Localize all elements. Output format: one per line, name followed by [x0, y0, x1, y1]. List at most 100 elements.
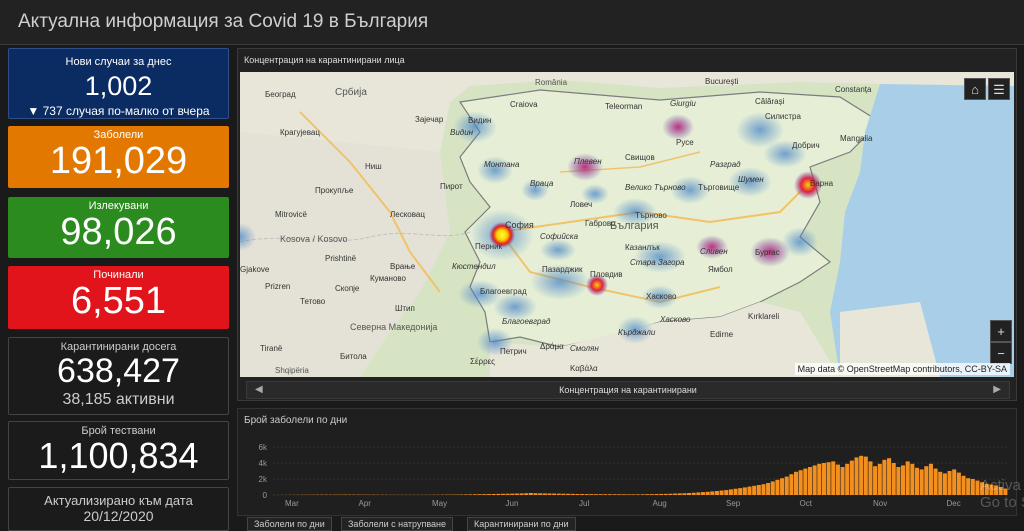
chart-bar[interactable]: [542, 493, 547, 495]
chart-bar[interactable]: [947, 471, 952, 495]
chart-bar[interactable]: [482, 494, 487, 495]
chart-bar[interactable]: [691, 492, 696, 495]
chart-bar[interactable]: [798, 470, 803, 495]
chart-bar[interactable]: [612, 494, 617, 495]
chart-bar[interactable]: [780, 478, 785, 495]
chart-bar[interactable]: [733, 488, 738, 495]
chart-bar[interactable]: [473, 494, 478, 495]
chart-bar[interactable]: [849, 460, 854, 495]
new-cases-card[interactable]: Нови случаи за днес 1,002 ▼ 737 случая п…: [8, 48, 229, 119]
quarantine-map[interactable]: България София Софийска Пловдив Варна Бу…: [240, 72, 1014, 377]
chart-bar[interactable]: [966, 478, 971, 495]
chart-bar[interactable]: [617, 494, 622, 495]
pager-next-icon[interactable]: ▶: [993, 382, 1001, 398]
chart-bar[interactable]: [677, 493, 682, 495]
chart-bar[interactable]: [580, 494, 585, 495]
chart-bar[interactable]: [826, 462, 831, 495]
chart-bar[interactable]: [673, 493, 678, 495]
tab-cumulative[interactable]: Заболели с натрупване: [341, 517, 453, 531]
chart-bar[interactable]: [496, 493, 501, 495]
chart-bar[interactable]: [901, 465, 906, 495]
chart-bar[interactable]: [710, 491, 715, 495]
chart-bar[interactable]: [803, 468, 808, 495]
chart-bar[interactable]: [556, 493, 561, 495]
chart-bar[interactable]: [887, 458, 892, 495]
chart-bar[interactable]: [575, 493, 580, 495]
chart-bar[interactable]: [510, 493, 515, 495]
chart-bar[interactable]: [663, 493, 668, 495]
chart-bar[interactable]: [687, 493, 692, 495]
chart-bar[interactable]: [863, 456, 868, 495]
chart-bar[interactable]: [598, 494, 603, 495]
chart-bar[interactable]: [659, 493, 664, 495]
chart-bar[interactable]: [621, 494, 626, 495]
chart-bar[interactable]: [905, 461, 910, 495]
chart-bar[interactable]: [635, 494, 640, 495]
chart-bar[interactable]: [840, 467, 845, 495]
chart-bar[interactable]: [533, 493, 538, 495]
chart-bar[interactable]: [970, 479, 975, 495]
chart-bar[interactable]: [742, 487, 747, 495]
chart-bar[interactable]: [761, 484, 766, 495]
chart-bar[interactable]: [942, 473, 947, 495]
chart-bar[interactable]: [956, 472, 961, 495]
chart-bar[interactable]: [477, 494, 482, 495]
chart-bar[interactable]: [919, 469, 924, 495]
chart-bar[interactable]: [747, 486, 752, 495]
chart-bar[interactable]: [719, 490, 724, 495]
recovered-card[interactable]: Излекувани 98,026: [8, 197, 229, 258]
chart-bar[interactable]: [486, 494, 492, 495]
chart-bar[interactable]: [910, 463, 915, 495]
chart-bar[interactable]: [752, 485, 757, 495]
chart-bar[interactable]: [696, 492, 701, 495]
chart-bar[interactable]: [468, 494, 473, 495]
chart-bar[interactable]: [682, 493, 687, 495]
chart-bar[interactable]: [603, 494, 608, 495]
infected-card[interactable]: Заболели 191,029: [8, 126, 229, 188]
chart-bar[interactable]: [524, 493, 529, 495]
chart-bar[interactable]: [463, 494, 468, 495]
chart-bar[interactable]: [640, 494, 645, 495]
chart-bar[interactable]: [593, 494, 599, 495]
chart-bar[interactable]: [654, 494, 659, 495]
chart-bar[interactable]: [775, 479, 780, 495]
chart-bar[interactable]: [645, 494, 650, 495]
chart-bar[interactable]: [835, 464, 840, 495]
chart-bar[interactable]: [649, 494, 654, 495]
chart-bar[interactable]: [519, 493, 524, 495]
chart-bar[interactable]: [821, 463, 826, 495]
chart-bar[interactable]: [528, 493, 533, 495]
chart-bar[interactable]: [724, 490, 729, 495]
chart-bar[interactable]: [789, 474, 794, 495]
chart-bar[interactable]: [831, 461, 836, 495]
home-button[interactable]: ⌂: [964, 78, 986, 100]
chart-bar[interactable]: [784, 476, 789, 495]
chart-bar[interactable]: [859, 455, 864, 495]
chart-bar[interactable]: [538, 493, 543, 495]
chart-bar[interactable]: [500, 493, 505, 495]
zoom-out-button[interactable]: −: [990, 342, 1012, 364]
chart-bar[interactable]: [570, 493, 575, 495]
chart-bar[interactable]: [491, 493, 496, 495]
deceased-card[interactable]: Починали 6,551: [8, 266, 229, 329]
chart-bar[interactable]: [961, 475, 966, 495]
chart-bar[interactable]: [756, 485, 761, 495]
daily-cases-chart[interactable]: 6k 4k 2k 0 Mar Apr May Jun Jul Aug Sep Oct Nov Dec: [238, 409, 1018, 517]
chart-bar[interactable]: [631, 494, 636, 495]
chart-bar[interactable]: [854, 457, 859, 495]
chart-bar[interactable]: [514, 493, 519, 495]
chart-bar[interactable]: [882, 459, 887, 495]
chart-bar[interactable]: [868, 461, 873, 495]
chart-bar[interactable]: [817, 463, 822, 495]
chart-bar[interactable]: [807, 467, 813, 495]
chart-bar[interactable]: [766, 483, 771, 495]
chart-bar[interactable]: [668, 493, 673, 495]
chart-bar[interactable]: [607, 494, 612, 495]
chart-bar[interactable]: [770, 481, 775, 495]
chart-bar[interactable]: [794, 471, 799, 495]
chart-bar[interactable]: [700, 492, 706, 495]
chart-bar[interactable]: [705, 491, 710, 495]
chart-bar[interactable]: [714, 491, 719, 495]
chart-bar[interactable]: [547, 493, 552, 495]
chart-bar[interactable]: [552, 493, 557, 495]
